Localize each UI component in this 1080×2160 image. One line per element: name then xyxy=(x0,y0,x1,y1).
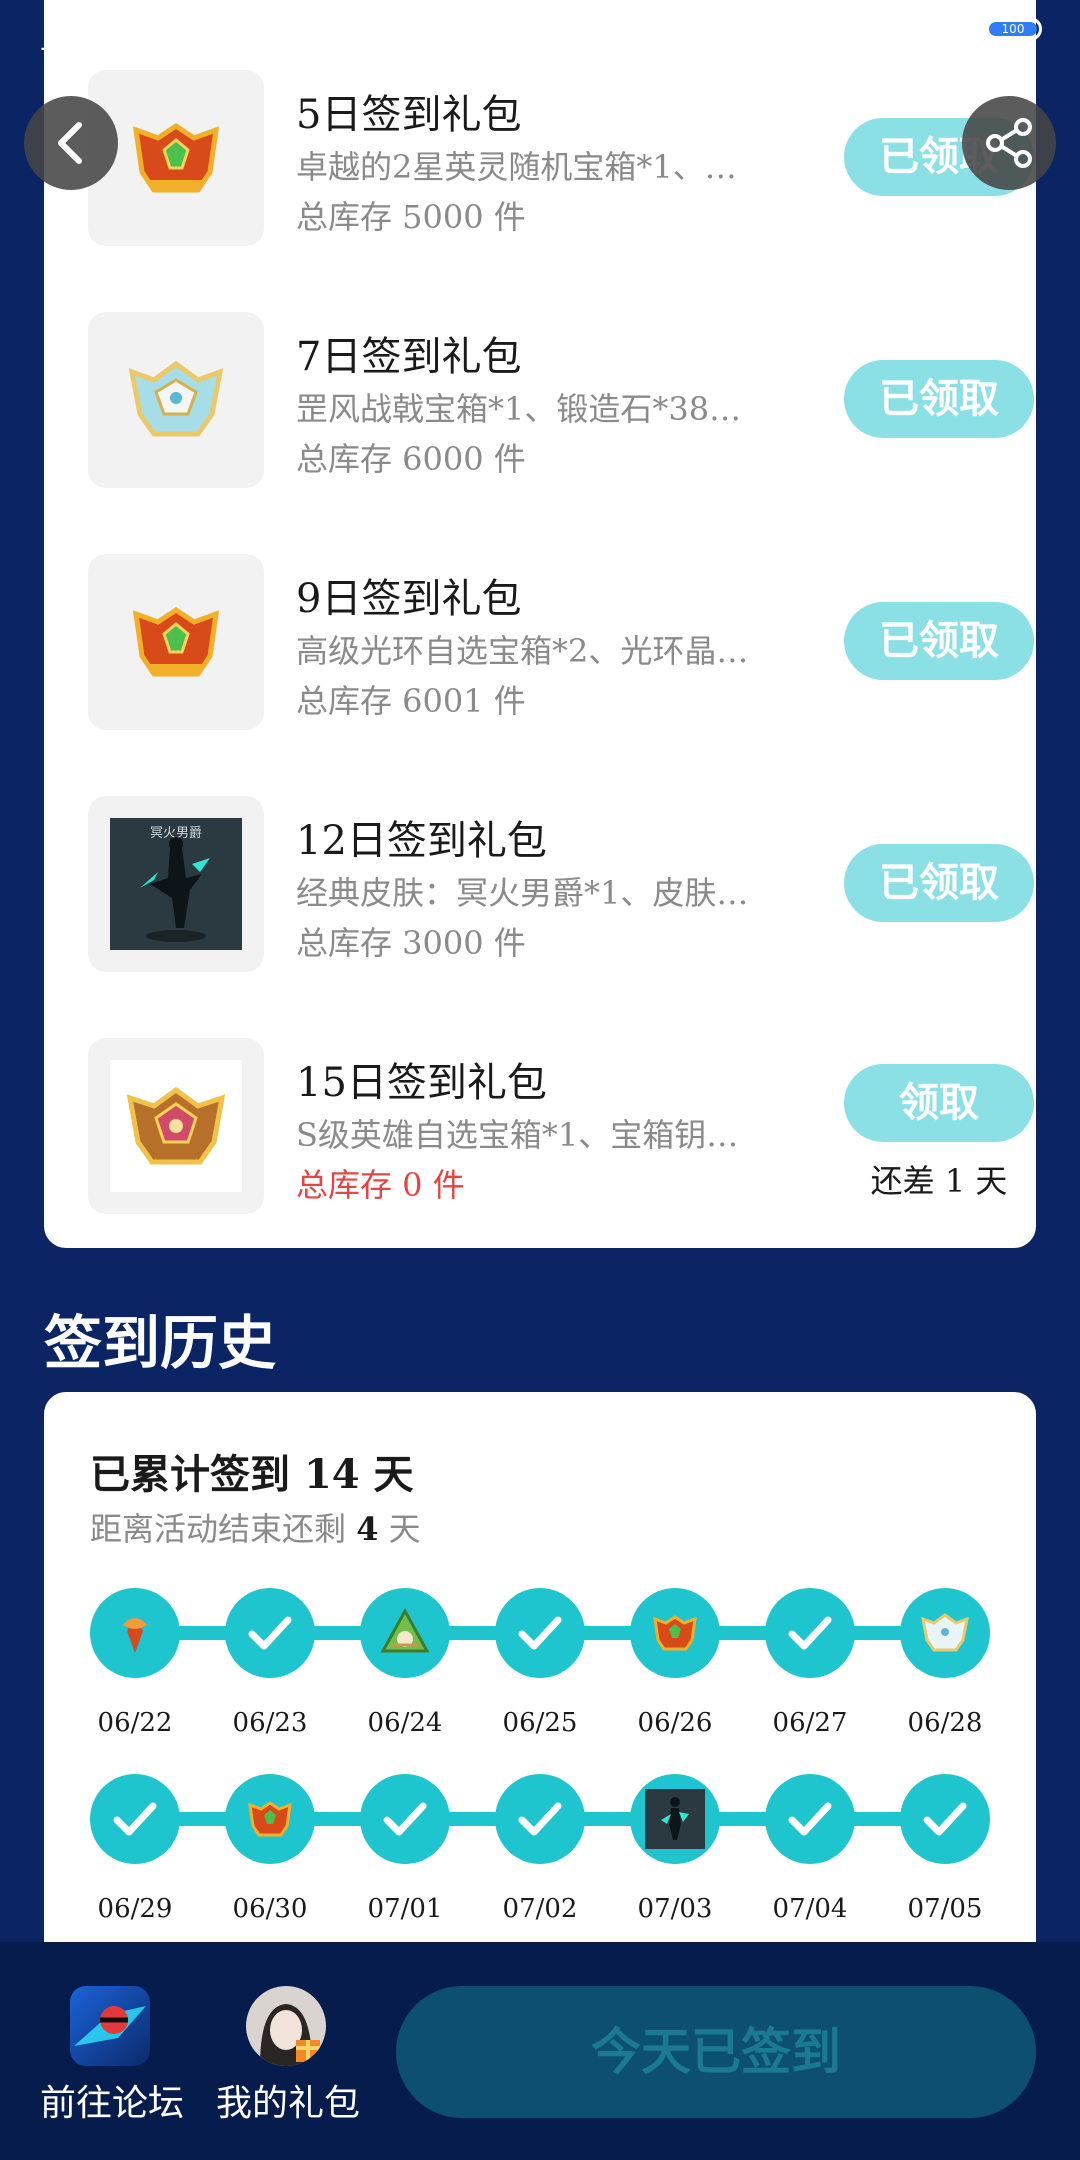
gift-title: 9日签到礼包 xyxy=(296,576,522,622)
gift-description: S级英雄自选宝箱*1、宝箱钥匙*5 xyxy=(296,1116,756,1154)
history-section-title: 签到历史 xyxy=(44,1309,277,1377)
check-icon xyxy=(765,1588,855,1678)
date-label: 06/25 xyxy=(502,1708,578,1738)
crest-silver-icon xyxy=(88,312,264,488)
wifi-icon xyxy=(922,15,962,44)
battery-level: 100 xyxy=(989,22,1037,36)
history-row xyxy=(90,1588,990,1678)
days-remaining-text: 还差 1 天 xyxy=(870,1162,1008,1200)
gift-description: 罡风战戟宝箱*1、锻造石*388、金币*5000 xyxy=(296,390,756,428)
gift-stock: 总库存 5000 件 xyxy=(296,198,526,236)
date-label: 07/01 xyxy=(367,1894,443,1924)
gift-title: 15日签到礼包 xyxy=(296,1060,547,1106)
flower-reward-icon xyxy=(90,1588,180,1678)
my-gifts-link[interactable]: 我的礼包 xyxy=(216,1986,361,2126)
gift-description: 经典皮肤：冥火男爵*1、皮肤碎片*20 xyxy=(296,874,756,912)
gift-stock: 总库存 6001 件 xyxy=(296,682,526,720)
gift-item: 7日签到礼包 罡风战戟宝箱*1、锻造石*388、金币*5000 总库存 6000… xyxy=(88,312,1034,488)
forum-game-icon xyxy=(70,1986,150,2066)
date-label: 06/26 xyxy=(637,1708,713,1738)
gift-description: 卓越的2星英灵随机宝箱*1、英灵碎片*10 xyxy=(296,148,756,186)
chevron-left-icon xyxy=(58,122,82,164)
claimed-button[interactable]: 已领取 xyxy=(844,844,1034,922)
date-label: 06/27 xyxy=(772,1708,848,1738)
forum-label: 前往论坛 xyxy=(40,2083,185,2124)
status-bar: 上午6:45 ✕ 100 xyxy=(0,0,1080,66)
history-row xyxy=(90,1774,990,1864)
claimed-button[interactable]: 已领取 xyxy=(844,602,1034,680)
gift-description: 高级光环自选宝箱*2、光环晶石*100 xyxy=(296,632,756,670)
back-button[interactable] xyxy=(24,96,118,190)
battery-icon: 100 xyxy=(984,17,1042,41)
history-date-row: 06/29 06/30 07/01 07/02 07/03 07/04 07/0… xyxy=(90,1894,990,1934)
skin-portrait-icon xyxy=(630,1774,720,1864)
avatar xyxy=(246,1986,326,2066)
crest-red-icon xyxy=(225,1774,315,1864)
more-dots-icon xyxy=(810,25,844,33)
total-sign-in-days: 已累计签到 14 天 xyxy=(90,1451,414,1498)
check-icon xyxy=(360,1774,450,1864)
history-date-row: 06/22 06/23 06/24 06/25 06/26 06/27 06/2… xyxy=(90,1708,990,1748)
gift-item: 5日签到礼包 卓越的2星英灵随机宝箱*1、英灵碎片*10 总库存 5000 件 … xyxy=(88,70,1034,246)
gift-stock: 总库存 6000 件 xyxy=(296,440,526,478)
date-label: 06/22 xyxy=(97,1708,173,1738)
date-label: 06/29 xyxy=(97,1894,173,1924)
sign-in-page: 5日签到礼包 卓越的2星英灵随机宝箱*1、英灵碎片*10 总库存 5000 件 … xyxy=(0,0,1080,2160)
date-label: 07/05 xyxy=(907,1894,983,1924)
gift-title: 12日签到礼包 xyxy=(296,818,547,864)
date-label: 06/28 xyxy=(907,1708,983,1738)
gift-item: 冥火男爵 12日签到礼包 经典皮肤：冥火男爵*1、皮肤碎片*20 总库存 300… xyxy=(88,796,1034,972)
share-icon xyxy=(986,118,1032,168)
crest-red-icon xyxy=(630,1588,720,1678)
event-remaining-days: 距离活动结束还剩 4 天 xyxy=(90,1510,421,1548)
gift-stock: 总库存 0 件 xyxy=(296,1166,465,1204)
status-time: 上午6:45 xyxy=(40,22,168,57)
share-button[interactable] xyxy=(962,96,1056,190)
date-label: 07/02 xyxy=(502,1894,578,1924)
check-icon xyxy=(495,1588,585,1678)
check-icon xyxy=(225,1588,315,1678)
signed-today-button[interactable]: 今天已签到 xyxy=(396,1986,1036,2118)
check-icon xyxy=(90,1774,180,1864)
date-label: 06/30 xyxy=(232,1894,308,1924)
gift-stock: 总库存 3000 件 xyxy=(296,924,526,962)
date-label: 07/03 xyxy=(637,1894,713,1924)
crest-silver-icon xyxy=(900,1588,990,1678)
zongzi-reward-icon xyxy=(360,1588,450,1678)
gift-item: 15日签到礼包 S级英雄自选宝箱*1、宝箱钥匙*5 总库存 0 件 领取 还差 … xyxy=(88,1038,1034,1214)
check-icon xyxy=(765,1774,855,1864)
bottom-action-bar: 前往论坛 我的礼包 今天已签到 xyxy=(0,1942,1080,2160)
check-icon xyxy=(495,1774,585,1864)
forum-link[interactable]: 前往论坛 xyxy=(40,1986,185,2126)
gift-title: 7日签到礼包 xyxy=(296,334,522,380)
gift-item: 9日签到礼包 高级光环自选宝箱*2、光环晶石*100 总库存 6001 件 已领… xyxy=(88,554,1034,730)
date-label: 06/23 xyxy=(232,1708,308,1738)
skin-portrait-icon: 冥火男爵 xyxy=(88,796,264,972)
my-gifts-label: 我的礼包 xyxy=(216,2083,361,2124)
status-icons: ✕ 100 xyxy=(810,14,1042,44)
date-label: 06/24 xyxy=(367,1708,443,1738)
gift-list-card: 5日签到礼包 卓越的2星英灵随机宝箱*1、英灵碎片*10 总库存 5000 件 … xyxy=(44,0,1036,1248)
gift-title: 5日签到礼包 xyxy=(296,92,522,138)
check-icon xyxy=(900,1774,990,1864)
claimed-button[interactable]: 已领取 xyxy=(844,360,1034,438)
claim-button[interactable]: 领取 xyxy=(844,1064,1034,1142)
crest-red-icon xyxy=(88,554,264,730)
crest-gold-icon xyxy=(88,1038,264,1214)
sim-off-icon: ✕ xyxy=(866,16,900,42)
date-label: 07/04 xyxy=(772,1894,848,1924)
